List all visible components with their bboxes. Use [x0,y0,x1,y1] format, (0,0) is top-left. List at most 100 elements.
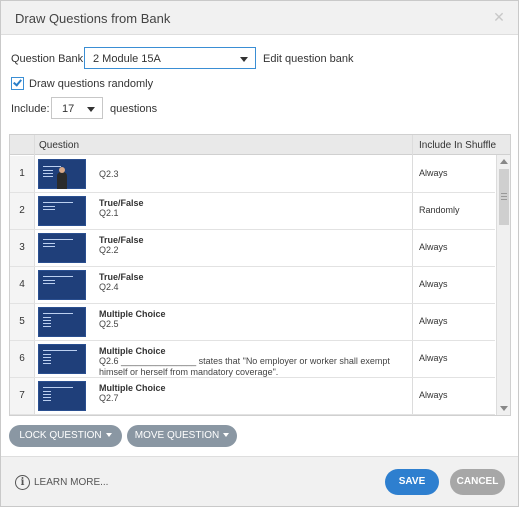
table-header: Question Include In Shuffle [10,135,510,155]
thumbnail-line [43,280,55,281]
thumbnail-line [43,357,51,358]
thumbnail-line [43,283,55,284]
table-row[interactable]: 6 Multiple Choice Q2.6 _______________ sta… [10,341,495,378]
shuffle-setting[interactable]: Always [419,390,448,400]
include-count-select[interactable]: 17 [51,97,103,119]
thumbnail-line [43,170,53,171]
lock-question-button[interactable]: LOCK QUESTION [9,425,122,447]
info-icon[interactable]: i [15,475,30,490]
question-type: Multiple Choice [99,309,166,319]
slide-thumbnail [38,381,86,411]
shuffle-setting[interactable]: Always [419,279,448,289]
thumbnail-line [43,166,61,167]
shuffle-setting[interactable]: Randomly [419,205,460,215]
slide-thumbnail [38,233,86,263]
shuffle-setting[interactable]: Always [419,316,448,326]
chevron-down-icon [240,57,248,62]
slide-thumbnail [38,196,86,226]
question-bank-label: Question Bank: [11,53,87,65]
draw-randomly-checkbox[interactable] [11,77,24,90]
vertical-scrollbar[interactable] [496,155,510,415]
move-question-button[interactable]: MOVE QUESTION [127,425,237,447]
grip-line [501,199,507,200]
thumbnail-line [43,313,73,314]
dialog-titlebar: Draw Questions from Bank ✕ [1,1,518,35]
question-text: Q2.1 [99,208,119,218]
slide-thumbnail [38,344,86,374]
thumbnail-line [43,209,55,210]
question-type: Multiple Choice [99,383,166,393]
thumbnail-line [43,397,51,398]
question-type: Multiple Choice [99,346,166,356]
scrollbar-thumb[interactable] [499,169,509,225]
shuffle-setting[interactable]: Always [419,242,448,252]
close-icon[interactable]: ✕ [492,10,506,24]
thumbnail-line [43,173,53,174]
presenter-head [59,167,65,173]
row-number: 2 [10,193,34,229]
learn-more-link[interactable]: LEARN MORE... [34,477,108,488]
shuffle-setting[interactable]: Always [419,168,448,178]
row-number: 3 [10,230,34,266]
thumbnail-line [43,350,77,351]
thumbnail-line [43,394,51,395]
slide-thumbnail [38,307,86,337]
scroll-down-icon[interactable] [500,406,508,411]
row-number: 7 [10,378,34,414]
question-text: Q2.2 [99,245,119,255]
draw-randomly-label[interactable]: Draw questions randomly [29,78,153,90]
thumbnail-line [43,360,51,361]
thumbnail-line [43,276,73,277]
table-row[interactable]: 7 Multiple Choice Q2.7 Always [10,378,495,415]
row-number: 1 [10,156,34,192]
slide-thumbnail [38,270,86,300]
row-number: 4 [10,267,34,303]
grip-line [501,196,507,197]
thumbnail-line [43,326,51,327]
table-row[interactable]: 2 True/False Q2.1 Randomly [10,193,495,230]
checkmark-icon [13,77,22,87]
question-type: True/False [99,198,144,208]
column-header-question[interactable]: Question [39,140,79,151]
thumbnail-line [43,176,53,177]
table-row[interactable]: 1 Q2.3 Always [10,156,495,193]
thumbnail-line [43,243,55,244]
question-text: Q2.3 [99,169,119,179]
lock-question-label: LOCK QUESTION [19,430,102,441]
edit-question-bank-link[interactable]: Edit question bank [263,53,354,65]
thumbnail-line [43,206,55,207]
thumbnail-line [43,400,51,401]
save-button[interactable]: SAVE [385,469,439,495]
thumbnail-line [43,246,55,247]
thumbnail-line [43,354,51,355]
question-text: Q2.4 [99,282,119,292]
slide-thumbnail [38,159,86,189]
include-suffix: questions [110,103,158,115]
thumbnail-line [43,363,51,364]
scroll-up-icon[interactable] [500,159,508,164]
thumbnail-line [43,317,51,318]
thumbnail-line [43,387,73,388]
thumbnail-line [43,323,51,324]
shuffle-setting[interactable]: Always [419,353,448,363]
dialog-footer: i LEARN MORE... SAVE CANCEL [1,456,518,506]
question-text: Q2.7 [99,393,119,403]
table-row[interactable]: 4 True/False Q2.4 Always [10,267,495,304]
cancel-button[interactable]: CANCEL [450,469,505,495]
thumbnail-line [43,391,51,392]
question-type: True/False [99,272,144,282]
include-count-value: 17 [62,103,75,115]
caret-down-icon [223,433,230,438]
thumbnail-line [43,202,73,203]
row-number: 6 [10,341,34,377]
question-bank-select[interactable]: 2 Module 15A [84,47,256,69]
question-type: True/False [99,235,144,245]
grip-line [501,193,507,194]
chevron-down-icon [87,107,95,112]
question-text: Q2.5 [99,319,119,329]
caret-down-icon [105,433,112,438]
column-header-shuffle[interactable]: Include In Shuffle [419,140,496,151]
presenter-figure [57,172,67,189]
table-row[interactable]: 3 True/False Q2.2 Always [10,230,495,267]
table-row[interactable]: 5 Multiple Choice Q2.5 Always [10,304,495,341]
